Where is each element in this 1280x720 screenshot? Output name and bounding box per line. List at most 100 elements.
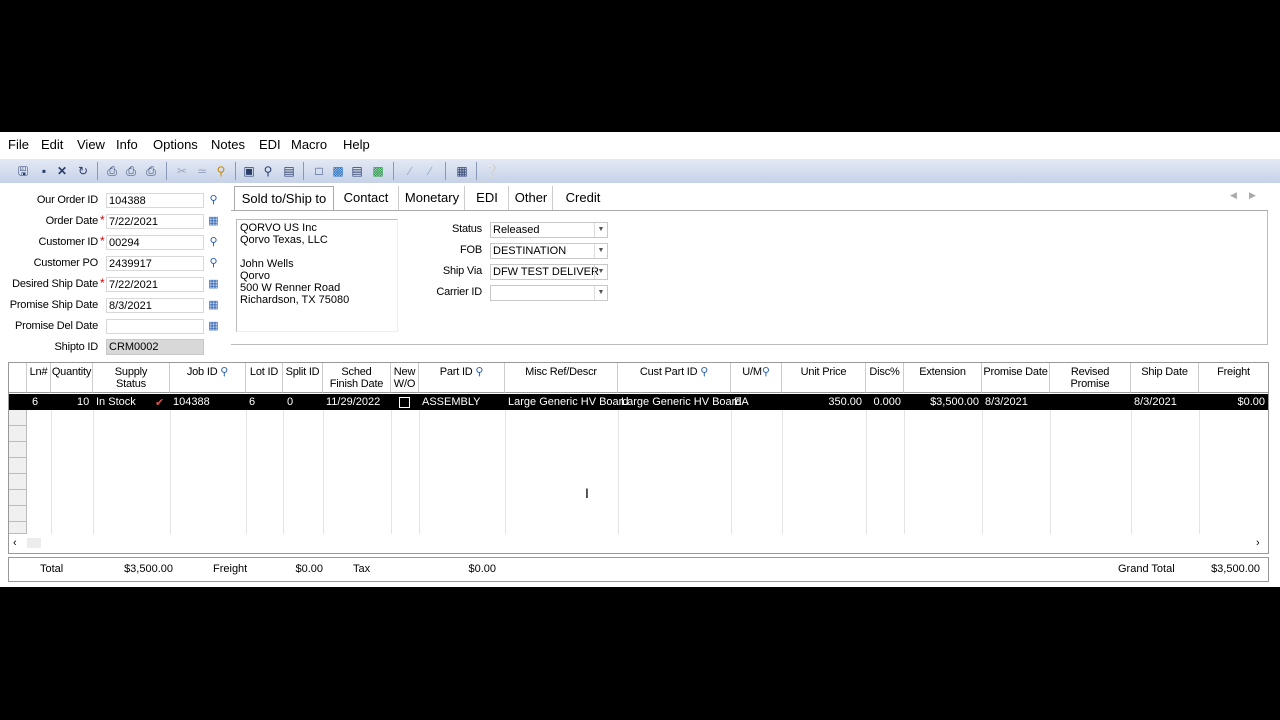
delete-icon[interactable]: ✕ (55, 164, 69, 178)
row-header[interactable] (9, 458, 27, 474)
menu-info[interactable]: Info (116, 137, 138, 152)
order-id-field[interactable]: 104388 (106, 193, 204, 208)
edi-icon[interactable]: ▤ (350, 164, 364, 178)
ship-to-address[interactable]: QORVO US Inc Qorvo Texas, LLC John Wells… (236, 219, 398, 332)
notes-icon[interactable]: ▤ (282, 164, 296, 178)
tab-other[interactable]: Other (510, 186, 553, 210)
document-icon[interactable]: □ (312, 164, 326, 178)
tab-scroll-right-icon[interactable]: ▶ (1249, 190, 1256, 201)
scroll-thumb[interactable] (27, 538, 41, 548)
calendar-icon[interactable]: ▦ (205, 319, 222, 334)
menu-macro[interactable]: Macro (291, 137, 327, 152)
fob-select[interactable]: DESTINATION ▼ (490, 243, 608, 259)
calendar-icon[interactable]: ▦ (205, 214, 222, 229)
chevron-down-icon: ▼ (594, 223, 607, 237)
cell-extension: $3,500.00 (930, 396, 979, 408)
binoculars-icon[interactable]: ▣ (242, 164, 256, 178)
customer-po-field[interactable]: 2439917 (106, 256, 204, 271)
row-header[interactable] (9, 410, 27, 426)
col-header-unit-price[interactable]: Unit Price (782, 363, 866, 393)
find-icon[interactable]: ⚲ (214, 164, 228, 178)
new-icon[interactable]: ▪ (37, 164, 51, 178)
attach-icon[interactable]: ⚲ (261, 164, 275, 178)
search-icon[interactable]: ⚲ (205, 256, 222, 271)
col-header-extension[interactable]: Extension (904, 363, 982, 393)
export-icon[interactable]: ▩ (371, 164, 385, 178)
search-icon[interactable]: ⚲ (700, 366, 708, 378)
tab-credit[interactable]: Credit (554, 186, 612, 210)
col-header-misc-ref[interactable]: Misc Ref/Descr (505, 363, 618, 393)
col-header-freight[interactable]: Freight (1199, 363, 1268, 393)
cell-sched-finish: 11/29/2022 (326, 396, 381, 408)
col-header-lot-id[interactable]: Lot ID (246, 363, 283, 393)
print-setup-icon[interactable]: ⎙ (144, 164, 158, 178)
calendar-icon[interactable]: ▦ (205, 277, 222, 292)
horizontal-scrollbar[interactable]: ‹ › (9, 535, 1268, 552)
menu-edit[interactable]: Edit (41, 137, 63, 152)
row-header[interactable] (9, 426, 27, 442)
new-wo-checkbox[interactable] (399, 397, 410, 408)
promise-ship-date-field[interactable]: 8/3/2021 (106, 298, 204, 313)
col-header-new-wo[interactable]: New W/O (391, 363, 419, 393)
table-row[interactable]: 6 10 In Stock ✔ 104388 6 0 11/29/2022 AS… (9, 394, 1268, 410)
col-header-cust-part-id[interactable]: Cust Part ID ⚲ (618, 363, 731, 393)
shipto-id-field[interactable]: CRM0002 (106, 339, 204, 355)
layout-icon[interactable]: ▦ (455, 164, 469, 178)
col-header-promise-date[interactable]: Promise Date (982, 363, 1050, 393)
col-header-job-id[interactable]: Job ID ⚲ (170, 363, 246, 393)
tab-sold-to-ship-to[interactable]: Sold to/Ship to (234, 186, 334, 211)
customer-id-field[interactable]: 00294 (106, 235, 204, 250)
menu-edi[interactable]: EDI (259, 137, 281, 152)
promise-del-date-field[interactable] (106, 319, 204, 334)
grid-line (904, 410, 905, 534)
tab-edi[interactable]: EDI (466, 186, 509, 210)
row-header[interactable] (9, 522, 27, 534)
row-header[interactable] (9, 506, 27, 522)
desired-ship-date-field[interactable]: 7/22/2021 (106, 277, 204, 292)
line-icon[interactable]: ∕ (403, 164, 417, 178)
menu-view[interactable]: View (77, 137, 105, 152)
col-header-split-id[interactable]: Split ID (283, 363, 323, 393)
col-header-um[interactable]: U/M⚲ (731, 363, 782, 393)
search-icon[interactable]: ⚲ (762, 366, 770, 378)
scroll-left-icon[interactable]: ‹ (13, 537, 17, 549)
refresh-icon[interactable]: ↻ (76, 164, 90, 178)
menu-file[interactable]: File (8, 137, 29, 152)
search-icon[interactable]: ⚲ (220, 366, 228, 378)
save-icon[interactable]: 🖫 (16, 164, 30, 178)
row-header[interactable] (9, 474, 27, 490)
status-select[interactable]: Released ▼ (490, 222, 608, 238)
tab-scroll-left-icon[interactable]: ◀ (1230, 190, 1237, 201)
copy-doc-icon[interactable]: ▩ (331, 164, 345, 178)
row-header[interactable] (9, 490, 27, 506)
col-header-part-id[interactable]: Part ID ⚲ (419, 363, 505, 393)
col-header-ship-date[interactable]: Ship Date (1131, 363, 1199, 393)
search-icon[interactable]: ⚲ (475, 366, 483, 378)
search-icon[interactable]: ⚲ (205, 193, 222, 208)
tab-monetary[interactable]: Monetary (400, 186, 465, 210)
col-header-revised-promise[interactable]: Revised Promise (1050, 363, 1131, 393)
col-header-disc[interactable]: Disc% (866, 363, 904, 393)
carrier-id-select[interactable]: ▼ (490, 285, 608, 301)
copy-icon[interactable]: ≃ (195, 164, 209, 178)
col-header-supply-status[interactable]: Supply Status (93, 363, 170, 393)
col-header-quantity[interactable]: Quantity (51, 363, 93, 393)
scroll-right-icon[interactable]: › (1256, 537, 1260, 549)
ship-via-select[interactable]: DFW TEST DELIVER ▼ (490, 264, 608, 280)
calendar-icon[interactable]: ▦ (205, 298, 222, 313)
tab-contact[interactable]: Contact (334, 186, 399, 210)
order-date-field[interactable]: 7/22/2021 (106, 214, 204, 229)
menu-notes[interactable]: Notes (211, 137, 245, 152)
cut-icon[interactable]: ✂ (175, 164, 189, 178)
chevron-down-icon: ▼ (594, 244, 607, 258)
help-icon[interactable]: ❔ (484, 164, 499, 178)
menu-options[interactable]: Options (153, 137, 198, 152)
print-preview-icon[interactable]: ⎙ (105, 164, 119, 178)
print-icon[interactable]: ⎙ (124, 164, 138, 178)
search-icon[interactable]: ⚲ (205, 235, 222, 250)
menu-help[interactable]: Help (343, 137, 370, 152)
row-header[interactable] (9, 442, 27, 458)
col-header-ln[interactable]: Ln# (27, 363, 51, 393)
col-header-sched-finish[interactable]: Sched Finish Date (323, 363, 391, 393)
pen-icon[interactable]: ∕ (423, 164, 437, 178)
